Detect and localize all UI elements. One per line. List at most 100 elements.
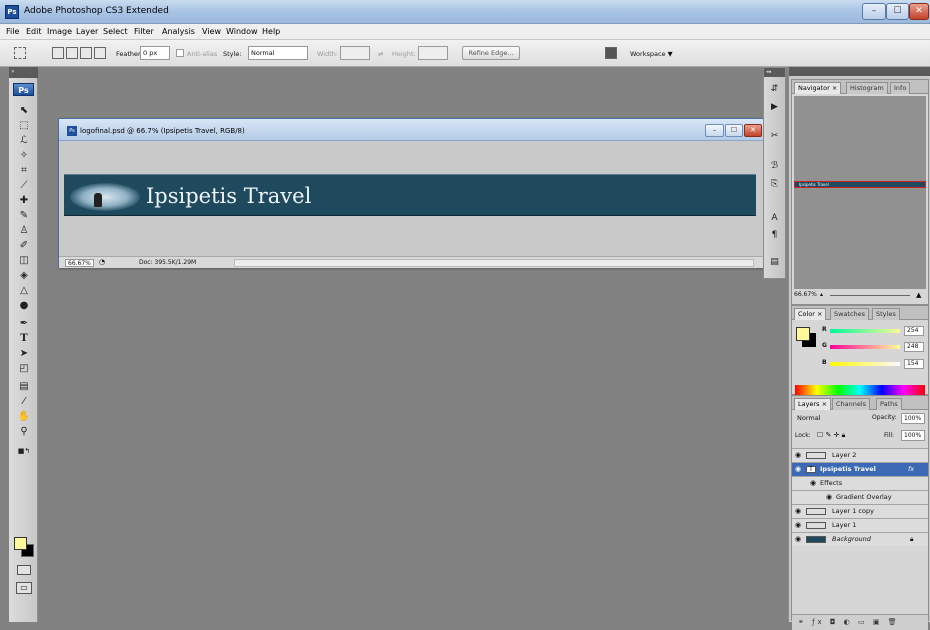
dock-expand-header[interactable]: ◂◂ (764, 68, 785, 77)
tab-channels[interactable]: Channels (832, 398, 871, 410)
actions-panel-icon[interactable]: ▶ (767, 101, 782, 114)
layer-row[interactable]: ◉ Layer 1 (792, 518, 928, 532)
menu-help[interactable]: Help (262, 27, 280, 36)
brushes-panel-icon[interactable]: ℬ (767, 160, 782, 173)
fill-input[interactable]: 100% (901, 430, 925, 441)
screen-mode-button[interactable]: ▭ (16, 582, 32, 594)
horizontal-scrollbar[interactable] (234, 259, 754, 267)
maximize-button[interactable]: ☐ (886, 3, 909, 20)
close-button[interactable]: ✕ (909, 3, 929, 20)
menu-layer[interactable]: Layer (76, 27, 98, 36)
navigator-preview[interactable]: Ipsipetis Travel (794, 96, 926, 289)
green-value-input[interactable]: 248 (904, 342, 924, 352)
tab-histogram[interactable]: Histogram (846, 82, 888, 94)
layer-row[interactable]: ◉ Layer 2 (792, 448, 928, 462)
new-selection-icon[interactable] (52, 47, 64, 59)
foreground-color-swatch[interactable] (14, 537, 27, 550)
document-minimize-button[interactable]: – (705, 124, 724, 137)
antialias-checkbox[interactable] (176, 49, 184, 57)
minimize-button[interactable]: – (862, 3, 886, 20)
paint-bucket-tool-icon[interactable]: ◈ (16, 269, 32, 282)
zoom-refresh-icon[interactable]: ◔ (99, 258, 105, 266)
character-panel-icon[interactable]: A (767, 212, 782, 225)
zoom-level-field[interactable]: 66.67% (65, 259, 94, 267)
tools-panel-header[interactable]: » (9, 67, 38, 78)
tool-presets-icon[interactable]: ✂ (767, 130, 782, 143)
document-maximize-button[interactable]: ☐ (725, 124, 743, 137)
tab-color[interactable]: Color × (794, 308, 827, 320)
width-input[interactable] (340, 46, 370, 60)
zoom-in-icon[interactable]: ▲ (916, 291, 921, 299)
crop-tool-icon[interactable]: ⌗ (16, 164, 32, 177)
pen-tool-icon[interactable]: ✒ (16, 317, 32, 330)
menu-analysis[interactable]: Analysis (162, 27, 195, 36)
type-tool-icon[interactable]: T (16, 332, 32, 345)
eraser-tool-icon[interactable]: ◫ (16, 254, 32, 267)
menu-image[interactable]: Image (47, 27, 72, 36)
workspace-menu[interactable]: Workspace ▼ (630, 50, 673, 58)
history-brush-tool-icon[interactable]: ✐ (16, 239, 32, 252)
zoom-out-icon[interactable]: ▴ (820, 291, 823, 298)
add-to-selection-icon[interactable] (66, 47, 78, 59)
menu-filter[interactable]: Filter (134, 27, 154, 36)
eyedropper-tool-icon[interactable]: ⁄ (16, 395, 32, 408)
document-close-button[interactable]: ✕ (744, 124, 762, 137)
color-foreground-swatch[interactable] (796, 327, 810, 341)
tab-styles[interactable]: Styles (872, 308, 900, 320)
clone-source-icon[interactable]: ⎘ (767, 178, 782, 191)
visibility-eye-icon[interactable]: ◉ (795, 505, 801, 518)
menu-edit[interactable]: Edit (26, 27, 42, 36)
style-select[interactable]: Normal (248, 46, 308, 60)
slice-tool-icon[interactable]: ⟋ (16, 179, 32, 192)
layer-comps-icon[interactable]: ▤ (767, 256, 782, 269)
clone-stamp-tool-icon[interactable]: ♙ (16, 224, 32, 237)
swap-icon[interactable]: ⇄ (378, 50, 383, 58)
navigator-zoom-field[interactable]: 66.67% (794, 291, 817, 298)
green-slider[interactable] (830, 345, 900, 349)
menu-select[interactable]: Select (103, 27, 128, 36)
zoom-tool-icon[interactable]: ⚲ (16, 425, 32, 438)
menu-file[interactable]: File (6, 27, 19, 36)
shape-tool-icon[interactable]: ◰ (16, 362, 32, 375)
paragraph-panel-icon[interactable]: ¶ (767, 229, 782, 242)
quick-mask-mode-button[interactable] (17, 565, 31, 575)
visibility-eye-icon[interactable]: ◉ (795, 533, 801, 546)
default-colors-icon[interactable]: ■↰ (16, 445, 32, 458)
effect-eye-icon[interactable]: ◉ (826, 491, 832, 504)
visibility-eye-icon[interactable]: ◉ (795, 519, 801, 532)
feather-input[interactable]: 0 px (140, 46, 170, 60)
lasso-tool-icon[interactable]: ℒ (16, 134, 32, 147)
layer-effects-badge[interactable]: fx (908, 463, 914, 476)
effect-row[interactable]: ◉ Gradient Overlay (792, 490, 928, 504)
effects-row[interactable]: ◉ Effects (792, 476, 928, 490)
tab-swatches[interactable]: Swatches (830, 308, 870, 320)
dodge-tool-icon[interactable]: ● (16, 299, 32, 312)
path-selection-tool-icon[interactable]: ➤ (16, 347, 32, 360)
magic-wand-tool-icon[interactable]: ✧ (16, 149, 32, 162)
brush-tool-icon[interactable]: ✎ (16, 209, 32, 222)
panel-dock-header[interactable] (789, 67, 930, 76)
layer-row[interactable]: ◉ Background 🔒︎ (792, 532, 928, 546)
effects-eye-icon[interactable]: ◉ (810, 477, 816, 490)
refine-edge-button[interactable]: Refine Edge... (462, 46, 520, 60)
hand-tool-icon[interactable]: ✋ (16, 410, 32, 423)
notes-tool-icon[interactable]: ▤ (16, 380, 32, 393)
red-slider[interactable] (830, 329, 900, 333)
blur-tool-icon[interactable]: △ (16, 284, 32, 297)
document-title-bar[interactable]: Ps logofinal.psd @ 66.7% (Ipsipetis Trav… (59, 119, 763, 141)
intersect-selection-icon[interactable] (94, 47, 106, 59)
history-panel-icon[interactable]: ⇵ (767, 83, 782, 96)
blue-slider[interactable] (830, 362, 900, 366)
navigator-zoom-slider[interactable] (830, 295, 910, 296)
tab-paths[interactable]: Paths (876, 398, 902, 410)
menu-view[interactable]: View (202, 27, 221, 36)
menu-window[interactable]: Window (226, 27, 258, 36)
tab-layers[interactable]: Layers × (794, 398, 832, 410)
layer-row-selected[interactable]: ◉ T Ipsipetis Travel fx (792, 462, 928, 476)
tab-info[interactable]: Info (890, 82, 911, 94)
canvas-image[interactable]: Ipsipetis Travel (64, 174, 756, 216)
move-tool-icon[interactable]: ⬉ (16, 104, 32, 117)
visibility-eye-icon[interactable]: ◉ (795, 463, 801, 476)
layers-footer-toolbar[interactable]: ⚭ ƒx ◘ ◐ ▭ ▣ 🗑︎ (792, 614, 928, 630)
visibility-eye-icon[interactable]: ◉ (795, 449, 801, 462)
